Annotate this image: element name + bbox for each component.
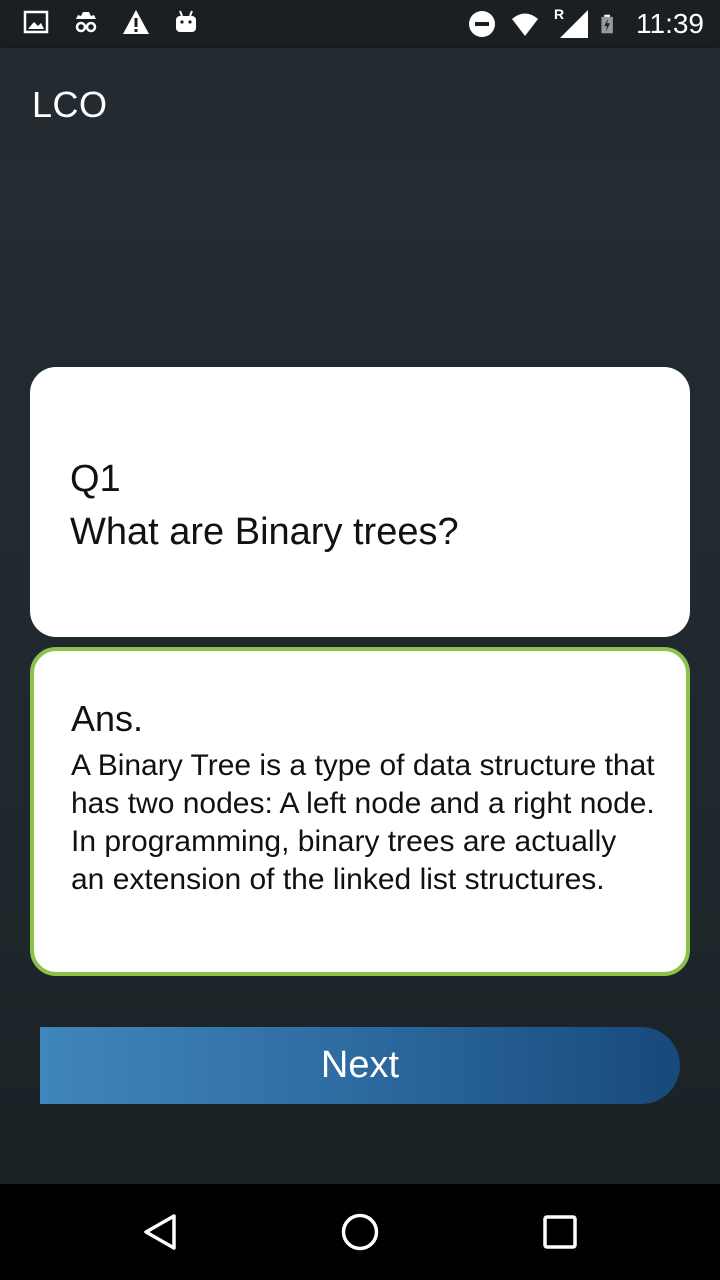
- signal-indicator: R: [554, 6, 588, 38]
- warning-icon: [123, 10, 149, 34]
- next-button[interactable]: Next: [40, 1027, 680, 1104]
- clock-time: 11:39: [636, 8, 704, 39]
- answer-label: Ans.: [71, 698, 144, 739]
- status-bar-left: [22, 8, 200, 36]
- home-icon[interactable]: [340, 1212, 380, 1252]
- image-icon: [23, 10, 49, 34]
- status-bar-right: R 11:39: [468, 6, 704, 42]
- question-text: What are Binary trees?: [70, 511, 459, 553]
- incognito-icon: [75, 12, 97, 33]
- signal-icon: [560, 10, 588, 38]
- do-not-disturb-icon: [469, 11, 495, 37]
- battery-icon: [601, 14, 613, 34]
- app-title: LCO: [32, 84, 108, 125]
- answer-card: Ans. A Binary Tree is a type of data str…: [30, 647, 690, 976]
- android-icon: [176, 10, 196, 32]
- answer-text: A Binary Tree is a type of data structur…: [71, 749, 655, 896]
- content-area: Q1 What are Binary trees? Ans. A Binary …: [0, 160, 720, 1184]
- recents-icon[interactable]: [540, 1212, 580, 1252]
- roaming-label: R: [554, 6, 565, 22]
- question-card: Q1 What are Binary trees?: [30, 367, 690, 637]
- navigation-bar: [0, 1184, 720, 1280]
- back-icon[interactable]: [140, 1212, 180, 1252]
- question-number: Q1: [70, 458, 121, 500]
- wifi-icon: [512, 13, 538, 36]
- app-bar: LCO: [0, 48, 720, 160]
- status-bar: R 11:39: [0, 0, 720, 48]
